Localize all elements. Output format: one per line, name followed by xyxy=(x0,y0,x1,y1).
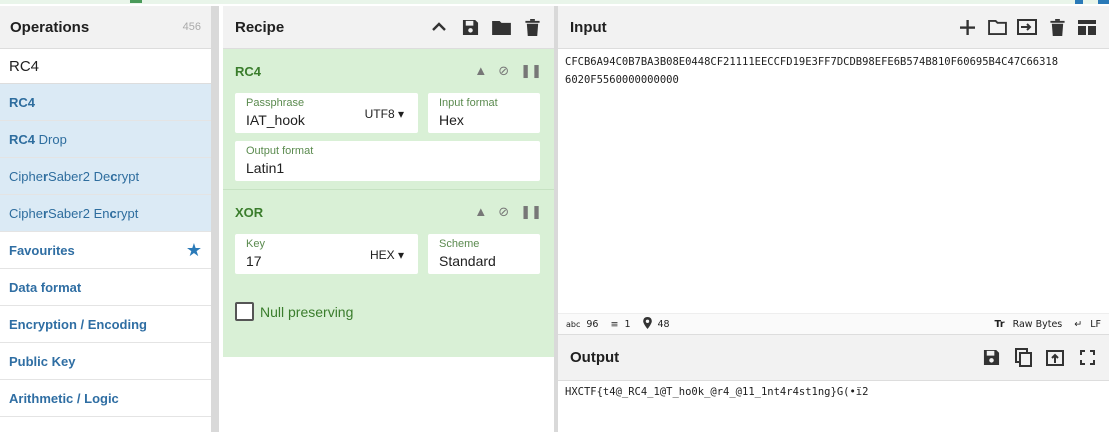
recipe-field[interactable]: Scheme Standard xyxy=(428,234,540,274)
input-header: Input xyxy=(558,6,1109,49)
chevron-up-icon[interactable] xyxy=(429,17,449,37)
operations-panel: Operations 456 RC4 RC4 RC4 Drop CipherSabe… xyxy=(0,6,211,432)
null-preserving-option[interactable]: Null preserving xyxy=(223,282,554,321)
null-preserving-checkbox[interactable] xyxy=(235,302,254,321)
recipe-op-name: RC4 xyxy=(235,63,262,79)
trash-icon[interactable] xyxy=(1047,17,1067,37)
field-dropdown[interactable]: UTF8 ▾ xyxy=(365,107,404,121)
folder-icon[interactable] xyxy=(491,17,511,37)
recipe-ops: RC4 ▲ ⊘ ❚❚ Passphrase IAT_hook UTF8 ▾ Input for… xyxy=(223,49,554,357)
input-status-bar: abc 96 ≡ 1 48 Tr Raw Bytes ↵ LF xyxy=(558,313,1109,335)
category-item[interactable]: Arithmetic / Logic xyxy=(0,380,211,417)
save-icon[interactable] xyxy=(460,17,480,37)
input-position: 48 xyxy=(657,318,670,330)
input-length: 96 xyxy=(586,318,599,330)
field-dropdown[interactable]: HEX ▾ xyxy=(370,248,404,262)
open-file-icon[interactable] xyxy=(1017,17,1037,37)
category-label: Public Key xyxy=(9,353,76,369)
layout-icon[interactable] xyxy=(1077,17,1097,37)
chevron-up-icon[interactable]: ▲ xyxy=(474,63,487,79)
category-item[interactable]: Data format xyxy=(0,269,211,306)
length-icon: abc xyxy=(566,319,581,329)
output-text[interactable]: HXCTF{t4@_RC4_1@T_ho0k_@r4_@11_1nt4r4st1… xyxy=(558,381,1109,403)
trash-icon[interactable] xyxy=(522,17,542,37)
save-output-icon[interactable] xyxy=(981,348,1001,368)
operations-results: RC4 RC4 Drop CipherSaber2 Decrypt CipherSab… xyxy=(0,84,211,232)
pause-icon[interactable]: ❚❚ xyxy=(520,204,542,220)
null-preserving-label: Null preserving xyxy=(260,303,354,320)
text-format-icon[interactable]: Tr xyxy=(994,319,1004,330)
field-label: Output format xyxy=(246,145,314,157)
category-label: Data format xyxy=(9,279,82,295)
open-folder-icon[interactable] xyxy=(987,17,1007,37)
operations-count: 456 xyxy=(182,21,201,33)
input-title: Input xyxy=(570,18,607,36)
operations-search-input[interactable]: RC4 xyxy=(0,49,211,84)
recipe-field[interactable]: Input format Hex xyxy=(428,93,540,133)
output-header: Output xyxy=(558,335,1109,381)
operation-result[interactable]: RC4 Drop xyxy=(0,121,211,158)
eol-setting[interactable]: LF xyxy=(1090,319,1101,330)
operation-result[interactable]: CipherSaber2 Decrypt xyxy=(0,158,211,195)
operation-label: CipherSaber2 Encrypt xyxy=(9,205,139,221)
copy-icon[interactable] xyxy=(1013,348,1033,368)
lines-icon: ≡ xyxy=(610,318,619,330)
operations-title: Operations xyxy=(10,18,90,36)
disable-icon[interactable]: ⊘ xyxy=(498,204,509,220)
operations-header: Operations 456 xyxy=(0,6,211,49)
category-item[interactable]: Favourites ★ xyxy=(0,232,211,269)
replace-input-icon[interactable] xyxy=(1045,348,1065,368)
disable-icon[interactable]: ⊘ xyxy=(498,63,509,79)
recipe-title: Recipe xyxy=(235,18,285,36)
recipe-header: Recipe xyxy=(223,6,554,49)
operation-label: RC4 xyxy=(9,94,36,110)
add-icon[interactable] xyxy=(957,17,977,37)
operations-categories: Favourites ★ Data format Encryption / Encod… xyxy=(0,232,211,417)
field-value[interactable]: Standard xyxy=(439,253,529,269)
operation-result[interactable]: RC4 xyxy=(0,84,211,121)
operation-label: RC4 Drop xyxy=(9,131,67,147)
chevron-up-icon[interactable]: ▲ xyxy=(474,204,487,220)
star-icon: ★ xyxy=(185,239,202,260)
ops-recipe-divider[interactable] xyxy=(211,6,219,432)
field-value[interactable]: Hex xyxy=(439,112,529,128)
input-lines: 1 xyxy=(624,318,631,330)
category-label: Arithmetic / Logic xyxy=(9,390,119,406)
category-item[interactable]: Public Key xyxy=(0,343,211,380)
category-label: Favourites xyxy=(9,242,75,258)
return-icon: ↵ xyxy=(1074,318,1083,330)
location-pin-icon xyxy=(642,316,652,332)
recipe-op: XOR ▲ ⊘ ❚❚ Key 17 HEX ▾ Scheme Standard xyxy=(223,190,554,274)
maximize-icon[interactable] xyxy=(1077,348,1097,368)
category-label: Encryption / Encoding xyxy=(9,316,147,332)
recipe-panel: Recipe RC4 ▲ ⊘ ❚❚ Passphrase IAT_hook UTF8 ▾ In… xyxy=(223,6,554,432)
recipe-field[interactable]: Output format Latin1 xyxy=(235,141,540,181)
input-textarea[interactable]: CFCB6A94C0B7BA3B08E0448CF21111EECCFD19E3… xyxy=(558,49,1109,313)
field-label: Input format xyxy=(439,97,498,109)
raw-bytes-toggle[interactable]: Raw Bytes xyxy=(1013,319,1063,330)
operation-result[interactable]: CipherSaber2 Encrypt xyxy=(0,195,211,232)
recipe-op: RC4 ▲ ⊘ ❚❚ Passphrase IAT_hook UTF8 ▾ Input for… xyxy=(223,49,554,181)
field-value[interactable]: Latin1 xyxy=(246,160,529,176)
field-label: Scheme xyxy=(439,238,480,250)
io-panel: Input CFCB6A94C0B7BA3B08E0448CF21111EECC… xyxy=(558,6,1109,432)
category-item[interactable]: Encryption / Encoding xyxy=(0,306,211,343)
recipe-op-name: XOR xyxy=(235,204,264,220)
output-title: Output xyxy=(570,349,620,366)
recipe-field[interactable]: Key 17 HEX ▾ xyxy=(235,234,418,274)
operation-label: CipherSaber2 Decrypt xyxy=(9,168,140,184)
pause-icon[interactable]: ❚❚ xyxy=(520,63,542,79)
recipe-field[interactable]: Passphrase IAT_hook UTF8 ▾ xyxy=(235,93,418,133)
